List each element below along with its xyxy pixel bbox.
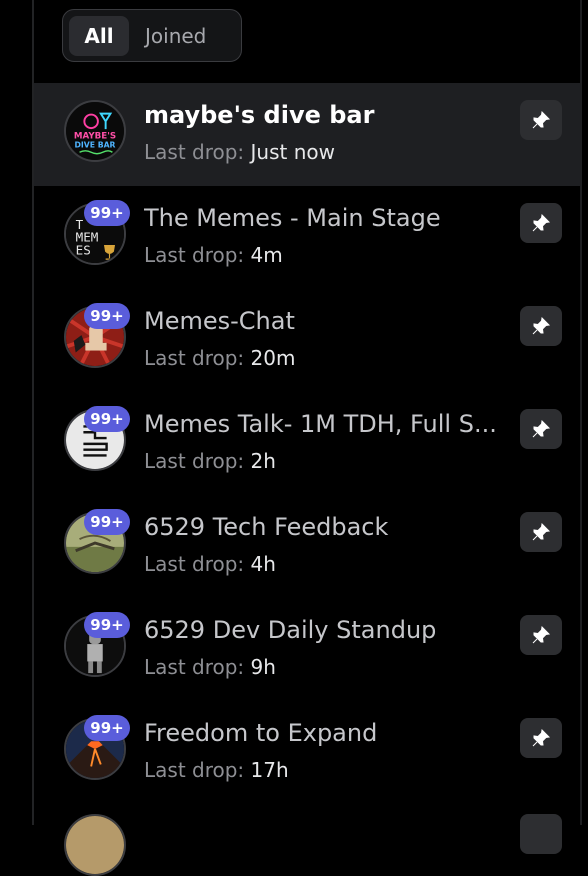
wave-last-drop: Last drop: 4h — [144, 552, 276, 576]
wave-title: maybe's dive bar — [144, 101, 375, 129]
wave-row[interactable]: MAYBE'S DIVE BAR maybe's dive bar Last d… — [34, 83, 580, 186]
last-drop-time: 20m — [250, 346, 296, 370]
last-drop-label: Last drop: — [144, 140, 245, 164]
wave-title: The Memes - Main Stage — [144, 204, 441, 232]
unread-badge: 99+ — [84, 303, 130, 329]
wave-row[interactable]: 99+ Memes-Chat Last drop: 20m — [34, 289, 580, 392]
last-drop-time: 4h — [250, 552, 276, 576]
pin-icon — [532, 110, 551, 129]
unread-badge: 99+ — [84, 200, 130, 226]
toggle-all-button[interactable]: All — [69, 15, 129, 56]
last-drop-label: Last drop: — [144, 449, 245, 473]
pin-button[interactable] — [520, 409, 562, 449]
wave-row[interactable]: 99+ 6529 Dev Daily Standup Last drop: 9h — [34, 598, 580, 701]
pin-button[interactable] — [520, 615, 562, 655]
last-drop-time: 17h — [250, 758, 289, 782]
wave-row[interactable]: 99+ Freedom to Expand Last drop: 17h — [34, 701, 580, 804]
wave-title: 6529 Dev Daily Standup — [144, 616, 437, 644]
unread-badge: 99+ — [84, 715, 130, 741]
last-drop-label: Last drop: — [144, 552, 245, 576]
unread-badge: 99+ — [84, 509, 130, 535]
waves-list-panel: All Joined MAYBE'S DIVE BAR maybe's dive… — [0, 0, 588, 876]
last-drop-time: Just now — [250, 140, 335, 164]
wave-row-partial[interactable] — [34, 804, 580, 876]
wave-list: MAYBE'S DIVE BAR maybe's dive bar Last d… — [34, 83, 580, 876]
pin-button[interactable] — [520, 814, 562, 854]
wave-row[interactable]: T MEM ES 99+ The Memes - Main Stage Last… — [34, 186, 580, 289]
toggle-joined-button[interactable]: Joined — [133, 16, 218, 56]
wave-last-drop: Last drop: 4m — [144, 243, 283, 267]
pin-icon — [532, 728, 551, 747]
wave-title: 6529 Tech Feedback — [144, 513, 389, 541]
filter-toggle: All Joined — [62, 9, 242, 62]
pin-button[interactable] — [520, 512, 562, 552]
svg-text:DIVE BAR: DIVE BAR — [74, 140, 115, 149]
pin-button[interactable] — [520, 718, 562, 758]
pin-icon — [532, 419, 551, 438]
wave-last-drop: Last drop: 20m — [144, 346, 295, 370]
pin-icon — [532, 213, 551, 232]
last-drop-time: 4m — [250, 243, 283, 267]
wave-last-drop: Last drop: 17h — [144, 758, 289, 782]
wave-row[interactable]: 99+ Memes Talk- 1M TDH, Full S... Last d… — [34, 392, 580, 495]
wave-avatar — [64, 814, 126, 876]
wave-avatar: MAYBE'S DIVE BAR — [64, 100, 126, 162]
pin-icon — [532, 522, 551, 541]
svg-text:ES: ES — [76, 242, 91, 257]
last-drop-label: Last drop: — [144, 243, 245, 267]
scrollbar-track[interactable] — [580, 0, 582, 825]
last-drop-label: Last drop: — [144, 346, 245, 370]
pin-button[interactable] — [520, 306, 562, 346]
pin-icon — [532, 316, 551, 335]
last-drop-label: Last drop: — [144, 758, 245, 782]
pin-button[interactable] — [520, 203, 562, 243]
unread-badge: 99+ — [84, 406, 130, 432]
last-drop-label: Last drop: — [144, 655, 245, 679]
wave-title: Memes-Chat — [144, 307, 295, 335]
pin-button[interactable] — [520, 100, 562, 140]
wave-last-drop: Last drop: 2h — [144, 449, 276, 473]
pin-icon — [532, 625, 551, 644]
last-drop-time: 2h — [250, 449, 276, 473]
wave-title: Freedom to Expand — [144, 719, 378, 747]
wave-row[interactable]: 99+ 6529 Tech Feedback Last drop: 4h — [34, 495, 580, 598]
wave-last-drop: Last drop: Just now — [144, 140, 335, 164]
wave-title: Memes Talk- 1M TDH, Full S... — [144, 410, 497, 438]
last-drop-time: 9h — [250, 655, 276, 679]
unread-badge: 99+ — [84, 612, 130, 638]
wave-last-drop: Last drop: 9h — [144, 655, 276, 679]
